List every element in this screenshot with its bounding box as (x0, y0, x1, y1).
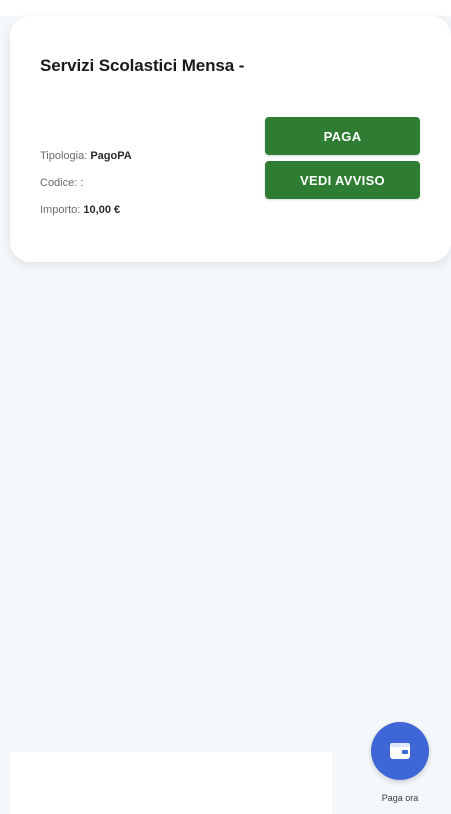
pay-button[interactable]: PAGA (265, 117, 420, 155)
type-value: PagoPA (90, 150, 132, 162)
amount-row: Importo: 10,00 € (40, 197, 132, 224)
code-row: Codice: : (40, 170, 132, 197)
type-row: Tipologia: PagoPA (40, 143, 132, 170)
pay-now-label: Paga ora (381, 793, 419, 803)
pay-now-button[interactable] (371, 722, 429, 780)
top-strip (0, 0, 451, 16)
payment-notice-card: Servizi Scolastici Mensa - Tipologia: Pa… (10, 16, 451, 262)
notice-title: Servizi Scolastici Mensa - (40, 56, 245, 75)
bottom-bar (10, 752, 332, 814)
amount-value: 10,00 € (83, 204, 121, 216)
view-notice-button[interactable]: VEDI AVVISO (265, 161, 420, 199)
amount-label: Importo: (40, 204, 84, 216)
type-label: Tipologia: (40, 150, 91, 162)
notice-details: Tipologia: PagoPA Codice: : Importo: 10,… (40, 143, 132, 224)
pay-now-fab-container: Paga ora (362, 722, 438, 814)
code-label: Codice: : (40, 177, 84, 189)
wallet-icon (390, 743, 410, 759)
